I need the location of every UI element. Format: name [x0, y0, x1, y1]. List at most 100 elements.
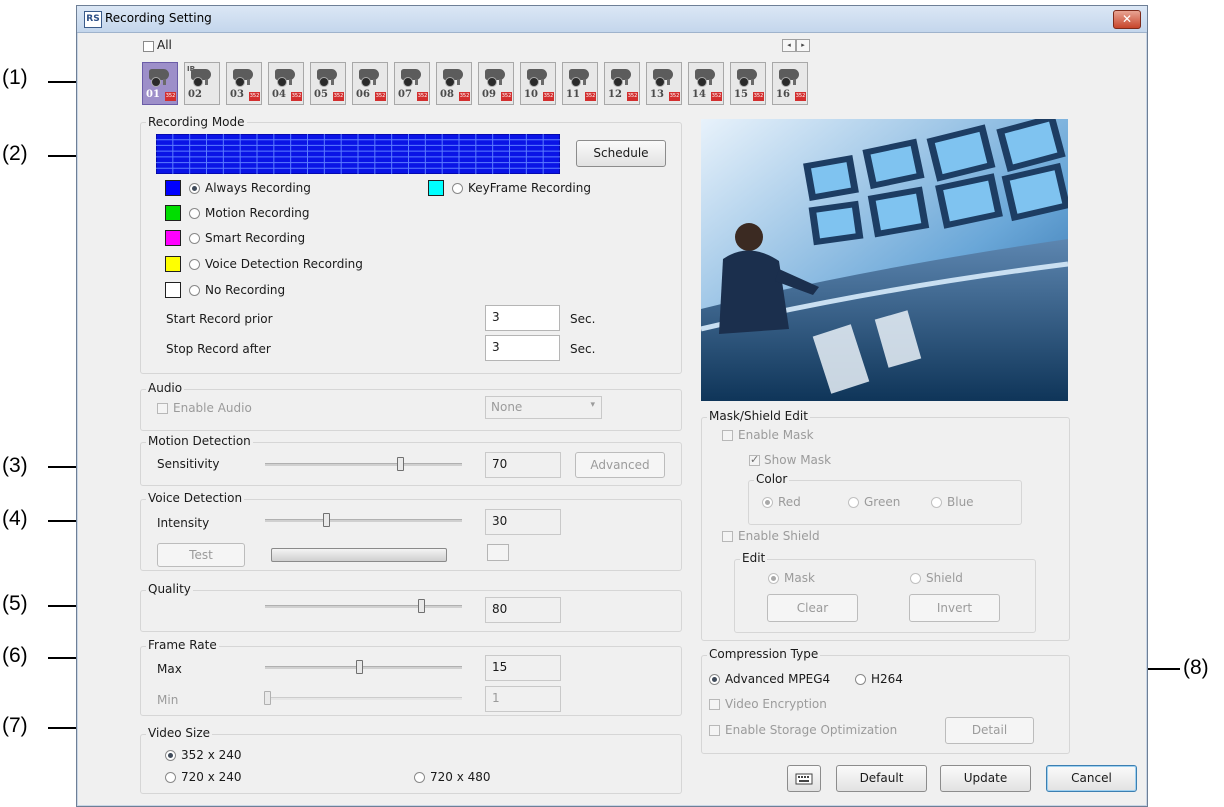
channel-number: 15 — [734, 89, 748, 100]
frame-rate-max-thumb[interactable] — [356, 660, 363, 674]
invert-button[interactable]: Invert — [909, 594, 1000, 622]
channel-08-button[interactable]: 08 352 — [436, 62, 472, 105]
smart-recording-label: Smart Recording — [205, 231, 306, 245]
quality-title: Quality — [146, 582, 193, 596]
app-logo-icon: RS — [84, 11, 102, 28]
channel-10-button[interactable]: 10 352 — [520, 62, 556, 105]
channel-09-button[interactable]: 09 352 — [478, 62, 514, 105]
edit-shield-radio[interactable] — [910, 573, 921, 584]
h264-radio[interactable] — [855, 674, 866, 685]
edit-mask-radio[interactable] — [768, 573, 779, 584]
start-record-prior-label: Start Record prior — [166, 312, 273, 326]
schedule-grid[interactable] — [156, 134, 560, 174]
annotation-7: (7) — [2, 714, 28, 737]
motion-recording-radio[interactable] — [189, 208, 200, 219]
channel-04-button[interactable]: 04 352 — [268, 62, 304, 105]
channel-01-button[interactable]: 01 352 — [142, 62, 178, 105]
intensity-slider-track[interactable] — [265, 519, 462, 522]
channel-next-button[interactable]: ▸ — [796, 39, 810, 52]
all-channels-checkbox[interactable] — [143, 41, 154, 52]
intensity-slider-thumb[interactable] — [323, 513, 330, 527]
quality-group — [140, 590, 682, 632]
channel-06-button[interactable]: 06 352 — [352, 62, 388, 105]
enable-shield-checkbox[interactable] — [722, 531, 733, 542]
sensitivity-slider-track[interactable] — [265, 463, 462, 466]
annotation-2: (2) — [2, 142, 28, 165]
camera-icon — [317, 69, 337, 87]
frame-rate-min-label: Min — [157, 693, 179, 707]
sensitivity-slider-thumb[interactable] — [397, 457, 404, 471]
channel-prev-button[interactable]: ◂ — [782, 39, 796, 52]
cancel-button[interactable]: Cancel — [1046, 765, 1137, 792]
update-button[interactable]: Update — [940, 765, 1031, 792]
quality-slider-track[interactable] — [265, 605, 462, 608]
channel-05-button[interactable]: 05 352 — [310, 62, 346, 105]
channel-07-button[interactable]: 07 352 — [394, 62, 430, 105]
camera-icon — [737, 69, 757, 87]
voice-recording-radio[interactable] — [189, 259, 200, 270]
stop-record-after-label: Stop Record after — [166, 342, 271, 356]
keyboard-button[interactable] — [787, 765, 821, 792]
frame-rate-min-thumb[interactable] — [264, 691, 271, 705]
video-size-720x240-radio[interactable] — [165, 772, 176, 783]
recording-mode-title: Recording Mode — [146, 115, 247, 129]
enable-mask-checkbox[interactable] — [722, 430, 733, 441]
always-recording-radio[interactable] — [189, 183, 200, 194]
annotation-4: (4) — [2, 507, 28, 530]
title-bar[interactable]: RS Recording Setting ✕ — [77, 6, 1147, 33]
voice-detection-title: Voice Detection — [146, 491, 245, 505]
color-blue-radio[interactable] — [931, 497, 942, 508]
advanced-button[interactable]: Advanced — [575, 452, 665, 478]
camera-preview-image — [701, 119, 1068, 401]
video-encryption-checkbox[interactable] — [709, 699, 720, 710]
channel-11-button[interactable]: 11 352 — [562, 62, 598, 105]
resolution-badge: 352 — [333, 92, 344, 101]
channel-03-button[interactable]: 03 352 — [226, 62, 262, 105]
camera-stand — [667, 79, 670, 85]
start-record-prior-field[interactable]: 3 — [485, 305, 560, 331]
clear-button[interactable]: Clear — [767, 594, 858, 622]
quality-value: 80 — [485, 597, 561, 623]
sensitivity-value: 70 — [485, 452, 561, 478]
all-channels-label: All — [157, 38, 172, 52]
audio-title: Audio — [146, 381, 185, 395]
video-size-720x480-radio[interactable] — [414, 772, 425, 783]
advanced-mpeg4-radio[interactable] — [709, 674, 720, 685]
channel-13-button[interactable]: 13 352 — [646, 62, 682, 105]
keyframe-recording-radio[interactable] — [452, 183, 463, 194]
channel-02-button[interactable]: 02 IP — [184, 62, 220, 105]
voice-test-button[interactable]: Test — [157, 543, 245, 567]
camera-stand — [205, 79, 208, 85]
schedule-button[interactable]: Schedule — [576, 140, 666, 167]
channel-12-button[interactable]: 12 352 — [604, 62, 640, 105]
color-red-radio[interactable] — [762, 497, 773, 508]
channel-15-button[interactable]: 15 352 — [730, 62, 766, 105]
resolution-badge: 352 — [501, 92, 512, 101]
camera-stand — [583, 79, 586, 85]
camera-lens — [529, 77, 539, 87]
show-mask-checkbox[interactable] — [749, 453, 760, 466]
channel-14-button[interactable]: 14 352 — [688, 62, 724, 105]
color-green-label: Green — [864, 495, 901, 509]
color-green-radio[interactable] — [848, 497, 859, 508]
no-recording-radio[interactable] — [189, 285, 200, 296]
annotation-6: (6) — [2, 644, 28, 667]
video-size-352x240-radio[interactable] — [165, 750, 176, 761]
enable-audio-checkbox[interactable] — [157, 403, 168, 414]
frame-rate-min-track[interactable] — [265, 697, 462, 700]
storage-optimization-checkbox[interactable] — [709, 725, 720, 736]
camera-stand — [499, 79, 502, 85]
camera-icon — [275, 69, 295, 87]
channel-16-button[interactable]: 16 352 — [772, 62, 808, 105]
channel-number: 05 — [314, 89, 328, 100]
smart-recording-radio[interactable] — [189, 233, 200, 244]
edit-title: Edit — [740, 551, 768, 565]
default-button[interactable]: Default — [836, 765, 927, 792]
detail-button[interactable]: Detail — [945, 717, 1034, 744]
frame-rate-max-track[interactable] — [265, 666, 462, 669]
stop-record-after-field[interactable]: 3 — [485, 335, 560, 361]
audio-source-select[interactable]: None ▾ — [485, 396, 602, 419]
close-button[interactable]: ✕ — [1113, 10, 1141, 29]
quality-slider-thumb[interactable] — [418, 599, 425, 613]
camera-lens — [781, 77, 791, 87]
